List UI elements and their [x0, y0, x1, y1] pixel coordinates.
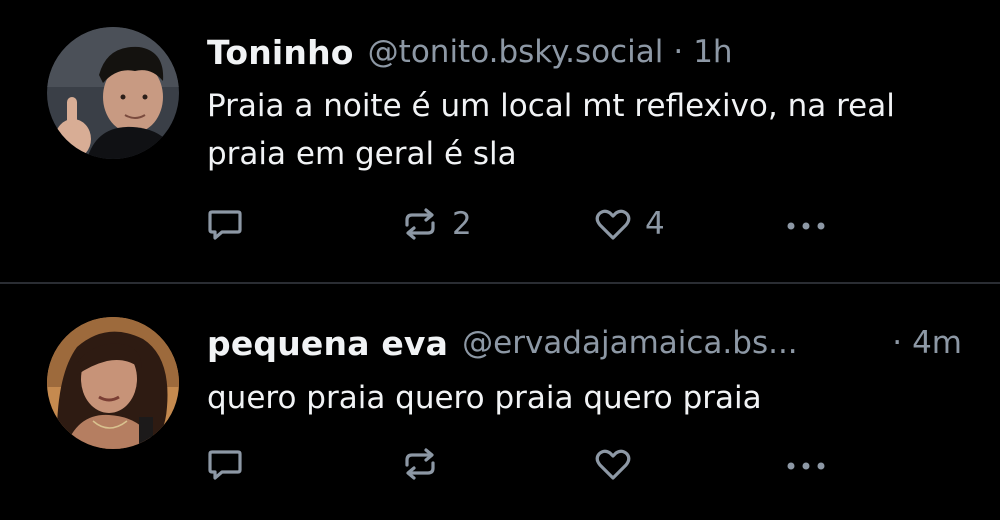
author-name[interactable]: Toninho — [207, 33, 354, 72]
like-icon — [595, 449, 631, 480]
timestamp[interactable]: 4m — [912, 325, 962, 361]
repost-count: 2 — [452, 206, 472, 242]
repost-button[interactable] — [400, 442, 452, 486]
post-actions: 2 4 — [0, 202, 1000, 246]
like-icon — [595, 209, 631, 240]
post-header: pequena eva @ervadajamaica.bs... · 4m — [207, 321, 962, 365]
like-button[interactable] — [593, 442, 645, 486]
post[interactable]: pequena eva @ervadajamaica.bs... · 4m qu… — [0, 284, 1000, 520]
like-button[interactable]: 4 — [593, 202, 665, 246]
separator: · — [892, 325, 903, 361]
author-handle[interactable]: @ervadajamaica.bs... — [462, 325, 798, 361]
avatar-image — [47, 317, 179, 449]
repost-button[interactable]: 2 — [400, 202, 472, 246]
timestamp[interactable]: 1h — [693, 34, 732, 70]
like-count: 4 — [645, 206, 665, 242]
reply-icon — [208, 450, 242, 480]
separator: · — [673, 34, 684, 70]
avatar[interactable] — [47, 27, 179, 159]
reply-button[interactable] — [205, 442, 257, 486]
reply-button[interactable] — [205, 202, 257, 246]
more-options-button[interactable] — [782, 202, 830, 246]
post-text: quero praia quero praia quero praia — [207, 380, 762, 416]
reply-icon — [208, 210, 242, 240]
more-icon — [787, 462, 825, 470]
post-header: Toninho @tonito.bsky.social · 1h — [207, 30, 962, 74]
post-actions — [0, 442, 1000, 486]
repost-icon — [405, 448, 435, 480]
more-icon — [787, 222, 825, 230]
post[interactable]: Toninho @tonito.bsky.social · 1h Praia a… — [0, 0, 1000, 283]
more-options-button[interactable] — [782, 442, 830, 486]
repost-icon — [405, 208, 435, 240]
post-text: Praia a noite é um local mt reflexivo, n… — [207, 88, 895, 172]
author-handle[interactable]: @tonito.bsky.social — [368, 34, 664, 70]
avatar-image — [47, 27, 179, 159]
avatar[interactable] — [47, 317, 179, 449]
author-name[interactable]: pequena eva — [207, 324, 448, 363]
